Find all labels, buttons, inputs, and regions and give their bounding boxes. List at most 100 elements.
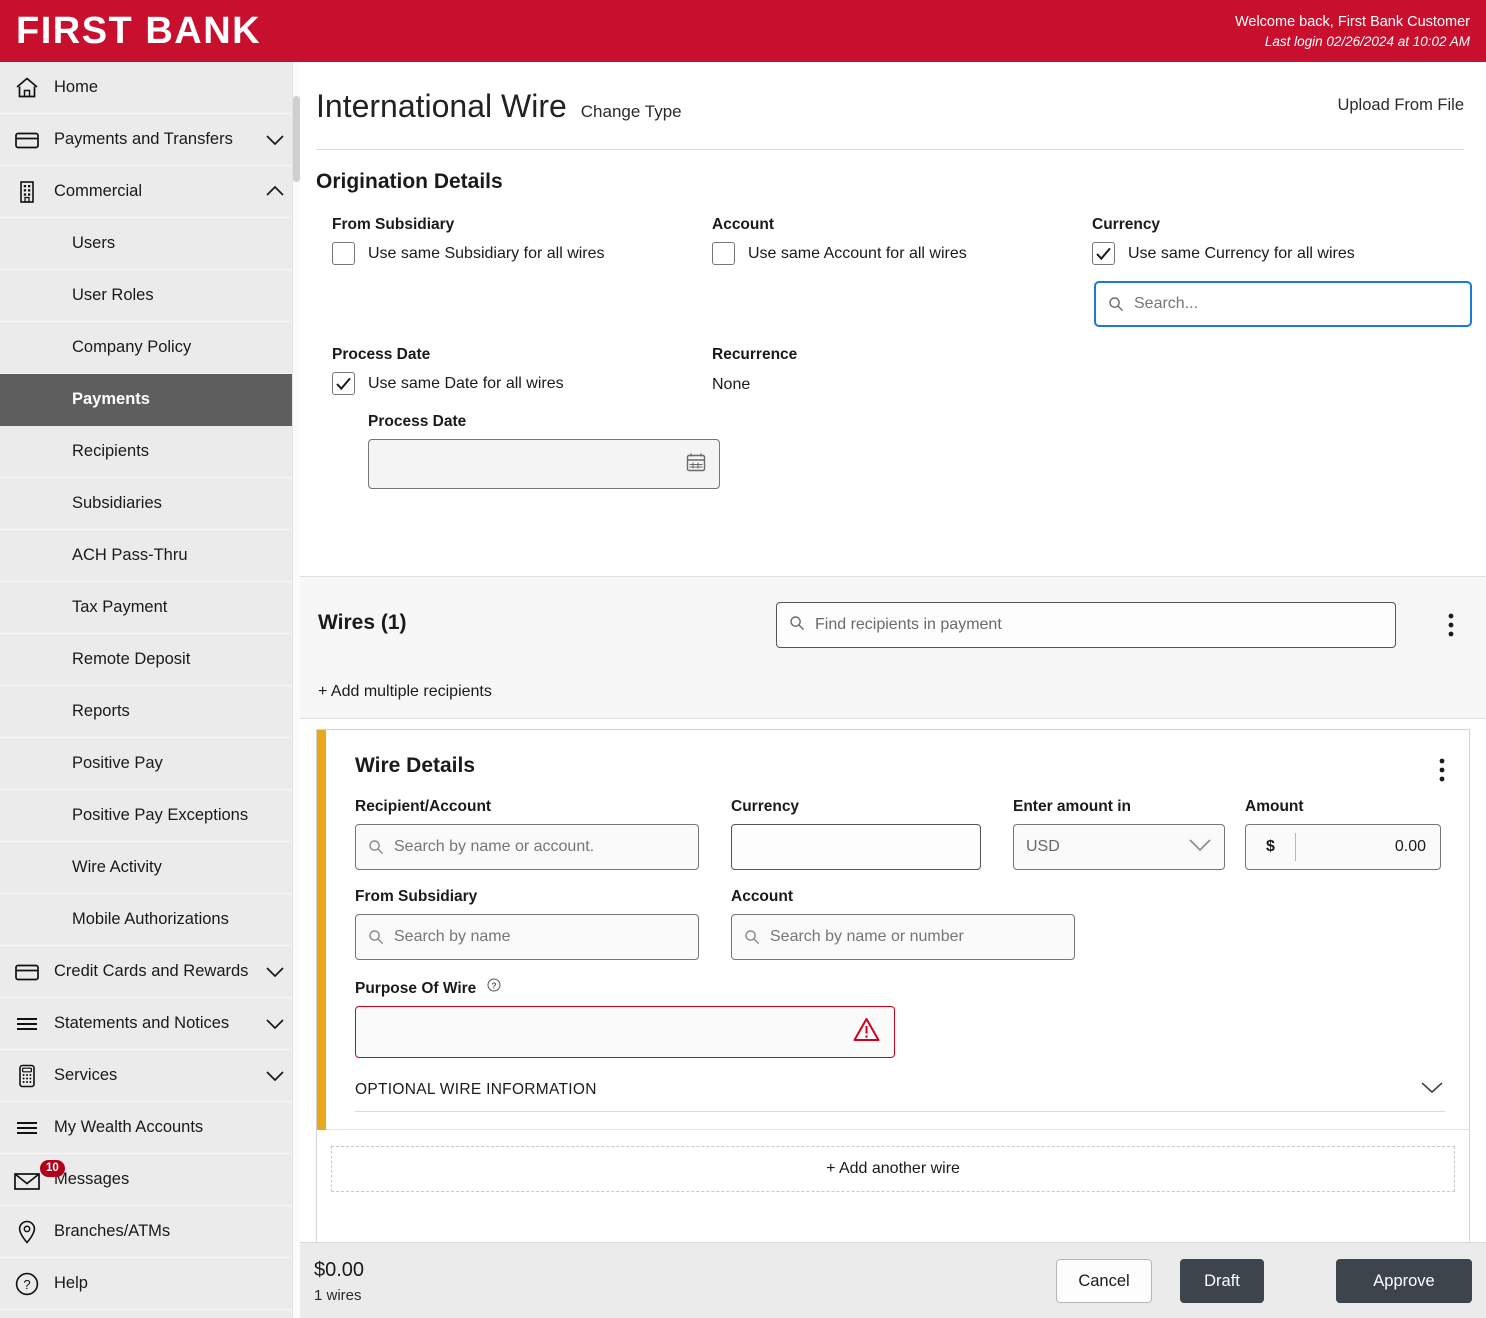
sidebar-scrollbar-track[interactable] bbox=[292, 62, 300, 1318]
wire-more-options-button[interactable] bbox=[1439, 758, 1445, 787]
calendar-icon[interactable] bbox=[685, 451, 707, 478]
page-header: International Wire Change Type Upload Fr… bbox=[300, 62, 1486, 150]
help-tooltip-icon[interactable]: ? bbox=[487, 978, 501, 997]
sidebar-item-statements-and-notices[interactable]: Statements and Notices bbox=[0, 998, 292, 1050]
check-icon bbox=[1096, 247, 1111, 261]
welcome-message: Welcome back, First Bank Customer bbox=[1234, 13, 1470, 30]
sidebar-item-my-wealth-accounts[interactable]: My Wealth Accounts bbox=[0, 1102, 292, 1154]
sidebar-item-ach-pass-thru[interactable]: ACH Pass-Thru bbox=[0, 530, 292, 582]
sidebar-item-branches-atms[interactable]: Branches/ATMs bbox=[0, 1206, 292, 1258]
sidebar-item-services[interactable]: Services bbox=[0, 1050, 292, 1102]
sidebar-item-messages[interactable]: Messages 10 bbox=[0, 1154, 292, 1206]
purpose-of-wire-input[interactable] bbox=[355, 1006, 895, 1058]
draft-button[interactable]: Draft bbox=[1180, 1259, 1264, 1303]
amount-input[interactable]: $ 0.00 bbox=[1245, 824, 1441, 870]
wire-from-subsidiary-placeholder: Search by name bbox=[394, 928, 511, 945]
question-icon: ? bbox=[0, 1271, 54, 1297]
sidebar-item-label: Mobile Authorizations bbox=[72, 910, 229, 928]
sidebar-item-label: Positive Pay Exceptions bbox=[72, 806, 249, 824]
sidebar-navigation[interactable]: Home Payments and Transfers Commercial User… bbox=[0, 62, 292, 1318]
recurrence-value: None bbox=[712, 376, 751, 393]
sidebar-item-label: Tax Payment bbox=[72, 598, 168, 616]
messages-badge: 10 bbox=[40, 1160, 65, 1177]
sidebar-item-label: ACH Pass-Thru bbox=[72, 546, 188, 564]
sidebar-item-home[interactable]: Home bbox=[0, 62, 292, 114]
sidebar-item-users[interactable]: Users bbox=[0, 218, 292, 270]
chevron-down-icon bbox=[258, 1067, 292, 1084]
wire-details-title: Wire Details bbox=[355, 754, 476, 777]
sidebar-item-credit-cards-and-rewards[interactable]: Credit Cards and Rewards bbox=[0, 946, 292, 998]
wire-from-subsidiary-input[interactable]: Search by name bbox=[355, 914, 699, 960]
sidebar-item-mobile-authorizations[interactable]: Mobile Authorizations bbox=[0, 894, 292, 946]
add-another-wire-button[interactable]: + Add another wire bbox=[331, 1146, 1455, 1192]
from-subsidiary-group: From Subsidiary Use same Subsidiary for … bbox=[332, 216, 692, 265]
sidebar-item-label: Recipients bbox=[72, 442, 150, 460]
sidebar-item-recipients[interactable]: Recipients bbox=[0, 426, 292, 478]
wire-account-input[interactable]: Search by name or number bbox=[731, 914, 1075, 960]
currency-checkbox-label: Use same Currency for all wires bbox=[1128, 244, 1355, 262]
sidebar-item-subsidiaries[interactable]: Subsidiaries bbox=[0, 478, 292, 530]
change-type-link[interactable]: Change Type bbox=[581, 102, 682, 122]
currency-checkbox-row[interactable]: Use same Currency for all wires bbox=[1092, 242, 1472, 265]
account-checkbox[interactable] bbox=[712, 242, 735, 265]
footer-wire-count: 1 wires bbox=[314, 1287, 362, 1304]
amount-value[interactable]: 0.00 bbox=[1296, 838, 1440, 856]
upload-from-file-link[interactable]: Upload From File bbox=[1337, 96, 1464, 115]
wire-currency-label: Currency bbox=[731, 798, 800, 815]
wires-more-options-button[interactable] bbox=[1448, 613, 1454, 642]
wire-currency-input[interactable] bbox=[731, 824, 981, 870]
sidebar-item-label: Payments and Transfers bbox=[54, 130, 233, 148]
recipient-account-input[interactable]: Search by name or account. bbox=[355, 824, 699, 870]
sidebar-item-label: Company Policy bbox=[72, 338, 192, 356]
welcome-block: Welcome back, First Bank Customer Last l… bbox=[1235, 12, 1486, 51]
chevron-down-icon bbox=[258, 131, 292, 148]
cancel-button[interactable]: Cancel bbox=[1056, 1259, 1152, 1303]
enter-amount-in-select[interactable]: USD bbox=[1013, 824, 1225, 870]
sidebar-item-reports[interactable]: Reports bbox=[0, 686, 292, 738]
sidebar-item-label: Home bbox=[54, 78, 99, 96]
wires-toolbar: Wires (1) Find recipients in payment + A… bbox=[300, 576, 1486, 719]
currency-checkbox[interactable] bbox=[1092, 242, 1115, 265]
wire-from-subsidiary-label: From Subsidiary bbox=[355, 888, 478, 905]
amount-currency-symbol: $ bbox=[1246, 833, 1296, 861]
sidebar-item-commercial[interactable]: Commercial bbox=[0, 166, 292, 218]
sidebar-item-company-policy[interactable]: Company Policy bbox=[0, 322, 292, 374]
account-checkbox-label: Use same Account for all wires bbox=[748, 244, 967, 262]
currency-search-input[interactable]: Search... bbox=[1094, 281, 1472, 327]
from-subsidiary-checkbox[interactable] bbox=[332, 242, 355, 265]
sidebar-item-positive-pay-exceptions[interactable]: Positive Pay Exceptions bbox=[0, 790, 292, 842]
sidebar-item-label: Messages bbox=[54, 1170, 130, 1188]
process-date-field-label: Process Date bbox=[368, 413, 467, 430]
optional-wire-information-toggle[interactable]: OPTIONAL WIRE INFORMATION bbox=[355, 1068, 1445, 1112]
sidebar-item-positive-pay[interactable]: Positive Pay bbox=[0, 738, 292, 790]
recurrence-label: Recurrence bbox=[712, 346, 798, 363]
process-date-input[interactable] bbox=[368, 439, 720, 489]
enter-amount-in-label: Enter amount in bbox=[1013, 798, 1131, 815]
sidebar-item-user-roles[interactable]: User Roles bbox=[0, 270, 292, 322]
top-brand-bar: FIRST BANK Welcome back, First Bank Cust… bbox=[0, 0, 1486, 62]
process-date-checkbox-row[interactable]: Use same Date for all wires bbox=[332, 372, 692, 395]
wires-count-label: Wires (1) bbox=[318, 611, 407, 634]
sidebar-item-wire-activity[interactable]: Wire Activity bbox=[0, 842, 292, 894]
sidebar-item-label: Subsidiaries bbox=[72, 494, 162, 512]
from-subsidiary-checkbox-row[interactable]: Use same Subsidiary for all wires bbox=[332, 242, 692, 265]
sidebar-item-label: Commercial bbox=[54, 182, 143, 200]
card-icon bbox=[0, 127, 54, 153]
bank-logo[interactable]: FIRST BANK bbox=[0, 12, 261, 50]
sidebar-item-payments[interactable]: Payments bbox=[0, 374, 292, 426]
currency-search-placeholder: Search... bbox=[1134, 295, 1199, 312]
amount-label: Amount bbox=[1245, 798, 1304, 815]
approve-button[interactable]: Approve bbox=[1336, 1259, 1472, 1303]
sidebar-item-remote-deposit[interactable]: Remote Deposit bbox=[0, 634, 292, 686]
sidebar-item-label: User Roles bbox=[72, 286, 154, 304]
kebab-menu-icon bbox=[1439, 758, 1445, 782]
process-date-checkbox[interactable] bbox=[332, 372, 355, 395]
find-recipients-input[interactable]: Find recipients in payment bbox=[776, 602, 1396, 648]
add-multiple-recipients-link[interactable]: + Add multiple recipients bbox=[318, 683, 492, 701]
sidebar-scrollbar-thumb[interactable] bbox=[293, 96, 300, 182]
sidebar-item-help[interactable]: ? Help bbox=[0, 1258, 292, 1310]
sidebar-item-payments-and-transfers[interactable]: Payments and Transfers bbox=[0, 114, 292, 166]
account-checkbox-row[interactable]: Use same Account for all wires bbox=[712, 242, 1072, 265]
sidebar-item-label: Wire Activity bbox=[72, 858, 162, 876]
sidebar-item-tax-payment[interactable]: Tax Payment bbox=[0, 582, 292, 634]
